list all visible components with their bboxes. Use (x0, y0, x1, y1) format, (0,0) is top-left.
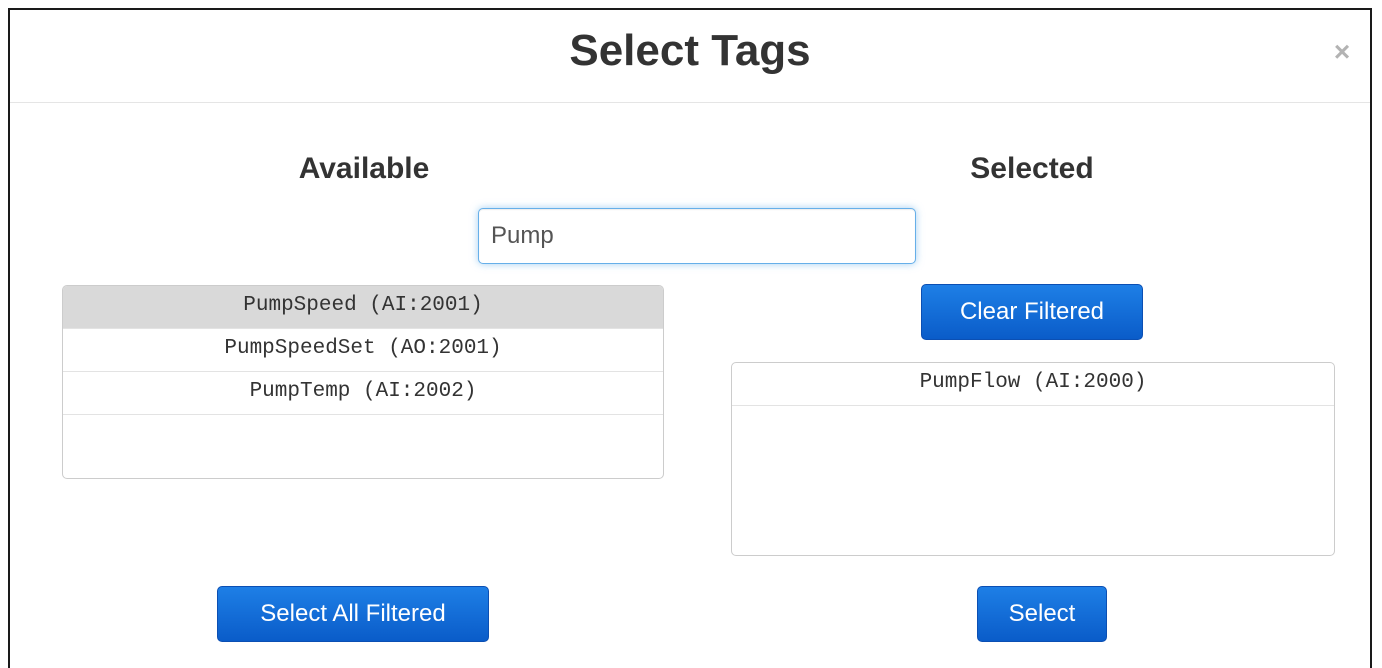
available-heading: Available (298, 152, 430, 185)
list-item[interactable]: PumpFlow (AI:2000) (732, 363, 1334, 406)
select-tags-dialog: Select Tags × Available Selected PumpSpe… (8, 8, 1372, 668)
select-all-filtered-button[interactable]: Select All Filtered (217, 586, 489, 642)
list-item[interactable]: PumpTemp (AI:2002) (63, 372, 663, 415)
list-item[interactable]: PumpSpeedSet (AO:2001) (63, 329, 663, 372)
modal-title: Select Tags (569, 26, 811, 75)
filter-input[interactable] (478, 208, 916, 264)
close-icon[interactable]: × (1328, 36, 1356, 68)
available-list[interactable]: PumpSpeed (AI:2001) PumpSpeedSet (AO:200… (62, 285, 664, 479)
select-button[interactable]: Select (977, 586, 1107, 642)
list-item[interactable]: PumpSpeed (AI:2001) (63, 286, 663, 329)
modal-header: Select Tags × (10, 10, 1370, 103)
selected-list[interactable]: PumpFlow (AI:2000) (731, 362, 1335, 556)
selected-heading: Selected (970, 152, 1094, 185)
clear-filtered-button[interactable]: Clear Filtered (921, 284, 1143, 340)
